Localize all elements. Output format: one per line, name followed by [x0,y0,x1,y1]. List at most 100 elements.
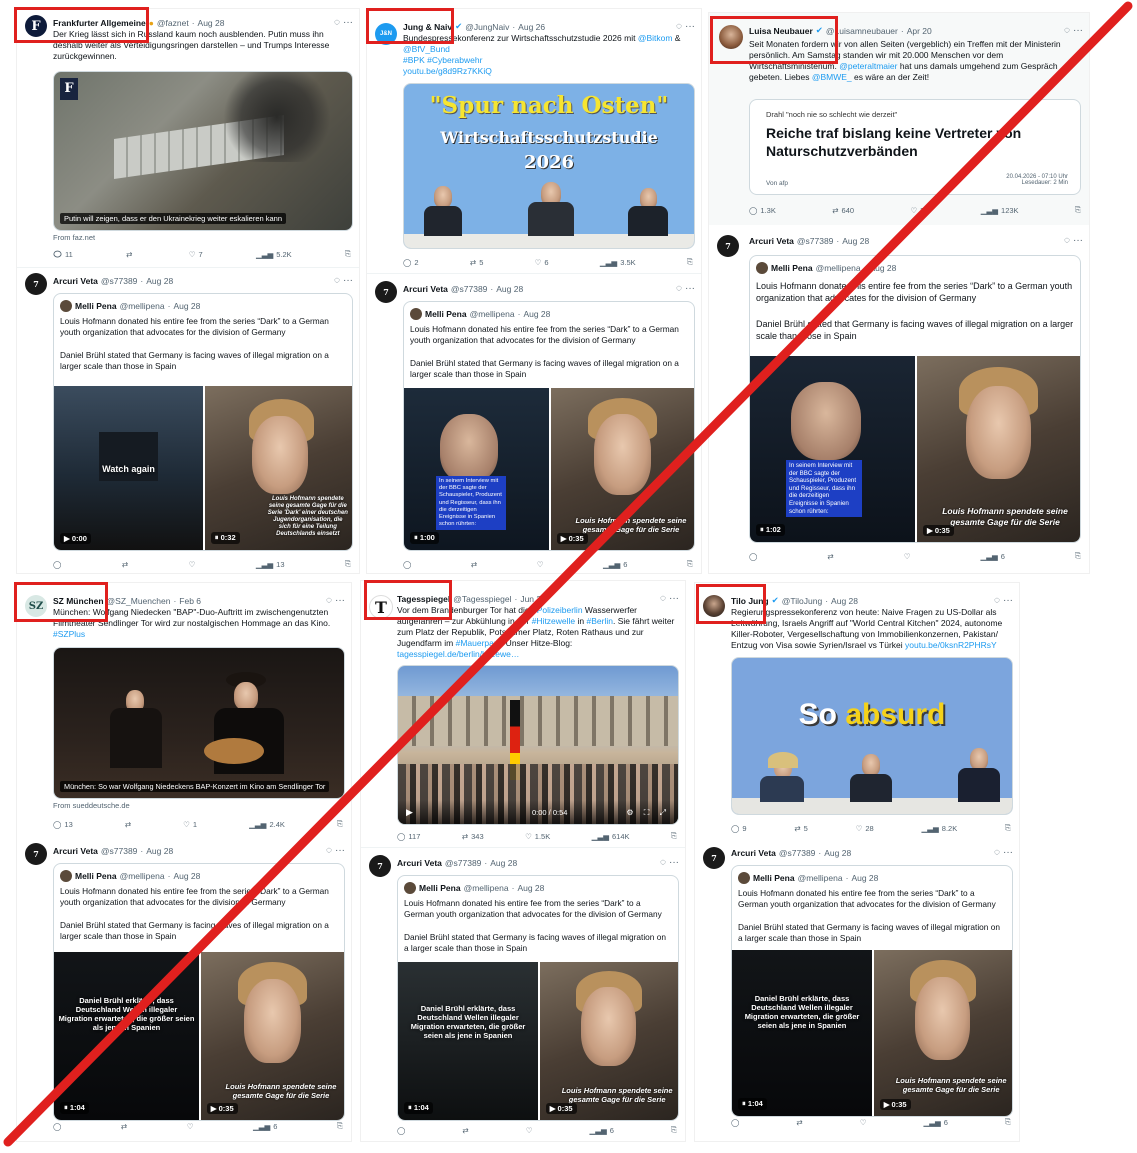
tweet-date[interactable]: Aug 28 [831,596,858,606]
author-handle[interactable]: @faznet [157,18,189,28]
like-button[interactable]: ♡ 1.5K [525,832,550,841]
tweet-video[interactable]: ▶ 0:00 / 0:54 ⚙ ⛶ ⤢ [397,665,679,825]
views-icon[interactable]: ▁▃▅ 6 [980,552,1004,561]
views-icon[interactable]: ▁▃▅ 6 [923,1118,947,1127]
tweet-date[interactable]: Aug 26 [518,22,545,32]
reply-icon[interactable]: ◯ [397,1126,405,1135]
more-icon[interactable]: ··· [1073,25,1083,36]
more-icon[interactable]: ··· [1003,847,1013,858]
quote-tweet[interactable]: Melli Pena @mellipena · Aug 28 Louis Hofman… [53,863,345,1121]
tweet-media[interactable]: München: So war Wolfgang Niedeckens BAP-… [53,647,345,799]
bookmark-icon[interactable]: ⎘ [1075,205,1081,215]
reply-button[interactable]: ◯ 13 [53,820,73,829]
grok-icon[interactable]: ◌ [660,593,666,604]
retweet-button[interactable]: ⇄ 343 [462,832,484,841]
views-button[interactable]: ▁▃▅ 5.2K [256,250,292,259]
author-handle[interactable]: @TiloJung [782,596,822,606]
video-left[interactable]: Daniel Brühl erklärte, dass Deutschland … [54,952,199,1120]
like-button[interactable]: ♡ 7 [189,250,203,259]
reply-avatar[interactable]: 7 [375,281,397,303]
link-source[interactable]: From sueddeutsche.de [53,801,130,810]
tweet-media[interactable]: So absurd [731,657,1013,815]
retweet-icon[interactable]: ⇄ [462,1126,468,1135]
video-left[interactable]: Watch again ▶ 0:00 [54,386,203,550]
video-right[interactable]: Louis Hofmann spendete seine gesamte Gag… [204,386,352,550]
more-icon[interactable]: ··· [685,21,695,32]
reply-button[interactable]: ◯ 2 [403,258,419,267]
heart-icon[interactable]: ♡ [526,1126,533,1135]
grok-icon[interactable]: ◌ [994,847,1000,858]
more-icon[interactable]: ··· [669,857,679,868]
video-right[interactable]: Louis Hofmann spendete seine gesamte Gag… [539,962,678,1120]
retweet-button[interactable]: ⇄ 5 [470,258,483,267]
retweet-button[interactable]: ⇄ 5 [794,824,807,833]
grok-icon[interactable]: ◌ [326,595,332,606]
views-icon[interactable]: ▁▃▅ 6 [603,560,627,569]
video-left[interactable]: In seinem Interview mit der BBC sagte de… [404,388,549,550]
reply-icon[interactable]: ◯ [53,1122,61,1131]
views-button[interactable]: ▁▃▅ 614K [592,832,630,841]
tweet-date[interactable]: Jun 27 [520,594,546,604]
reply-button[interactable]: 11 [53,250,73,259]
tweet-media[interactable]: F Putin will zeigen, dass er den Ukraine… [53,71,353,231]
video-left[interactable]: In seinem Interview mit der BBC sagte de… [750,356,915,542]
more-icon[interactable]: ··· [1073,235,1083,246]
views-button[interactable]: ▁▃▅ 3.5K [600,258,636,267]
grok-icon[interactable]: ◌ [676,283,682,294]
heart-icon[interactable]: ♡ [187,1122,194,1131]
more-icon[interactable]: ··· [343,17,353,28]
bookmark-icon[interactable]: ⎘ [337,1121,343,1131]
grok-icon[interactable]: ◌ [994,595,1000,606]
reply-avatar[interactable]: 7 [369,855,391,877]
author-handle[interactable]: @JungNaiv [465,22,509,32]
reply-icon[interactable]: ◯ [53,560,61,569]
link-source[interactable]: From faz.net [53,233,95,242]
video-right[interactable]: Louis Hofmann spendete seine gesamte Gag… [916,356,1080,542]
grok-icon[interactable]: ◌ [334,275,340,286]
reply-icon[interactable]: ◯ [403,560,411,569]
bookmark-icon[interactable]: ⎘ [687,559,693,569]
like-button[interactable]: ♡ 6 [535,258,549,267]
video-right[interactable]: Louis Hofmann spendete seine gesamte Gag… [550,388,694,550]
like-button[interactable]: ♡ 28 [856,824,874,833]
bookmark-icon[interactable]: ⎘ [1005,823,1011,833]
reply-avatar[interactable]: 7 [717,235,739,257]
video-right[interactable]: Louis Hofmann spendete seine gesamte Gag… [873,950,1012,1116]
like-button[interactable]: ♡ 3 [910,206,924,215]
heart-icon[interactable]: ♡ [189,560,196,569]
grok-icon[interactable]: ◌ [334,17,340,28]
views-icon[interactable]: ▁▃▅ 6 [253,1122,277,1131]
reply-avatar[interactable]: 7 [703,847,725,869]
reply-avatar[interactable]: 7 [25,843,47,865]
tweet-date[interactable]: Aug 28 [198,18,225,28]
author-handle[interactable]: @Tagesspiegel [453,594,511,604]
reply-author[interactable]: Arcuri Veta [53,276,98,286]
views-button[interactable]: ▁▃▅ 123K [981,206,1019,215]
retweet-button[interactable]: ⇄ 640 [832,206,854,215]
reply-button[interactable]: ◯ 117 [397,832,420,841]
views-icon[interactable]: ▁▃▅ 6 [589,1126,613,1135]
quote-tweet[interactable]: Melli Pena @mellipena · Aug 28 Louis Hofman… [749,255,1081,543]
tweet-date[interactable]: Feb 6 [179,596,201,606]
reply-handle[interactable]: @s77389 [101,276,138,286]
views-button[interactable]: ▁▃▅ 2.4K [249,820,285,829]
video-left[interactable]: Daniel Brühl erklärte, dass Deutschland … [732,950,872,1116]
video-controls[interactable]: ⚙ ⛶ ⤢ [626,808,670,818]
quote-tweet[interactable]: Melli Pena @mellipena · Aug 28 Louis Hofman… [403,301,695,551]
more-icon[interactable]: ··· [335,845,345,856]
play-icon[interactable]: ▶ [406,807,413,818]
grok-icon[interactable]: ◌ [326,845,332,856]
retweet-icon[interactable]: ⇄ [121,1122,127,1131]
video-left[interactable]: Daniel Brühl erklärte, dass Deutschland … [398,962,538,1120]
retweet-button[interactable]: ⇄ [125,820,131,829]
heart-icon[interactable]: ♡ [860,1118,867,1127]
retweet-icon[interactable]: ⇄ [827,552,833,561]
bookmark-icon[interactable]: ⎘ [671,1125,677,1135]
grok-icon[interactable]: ◌ [676,21,682,32]
bookmark-icon[interactable]: ⎘ [671,831,677,841]
quote-tweet[interactable]: Melli Pena @mellipena · Aug 28 Louis Hofman… [731,865,1013,1117]
grok-icon[interactable]: ◌ [1064,235,1070,246]
quote-tweet[interactable]: Melli Pena @mellipena · Aug 28 Louis Hofman… [397,875,679,1121]
more-icon[interactable]: ··· [335,595,345,606]
views-icon[interactable]: ▁▃▅ 13 [256,560,285,569]
